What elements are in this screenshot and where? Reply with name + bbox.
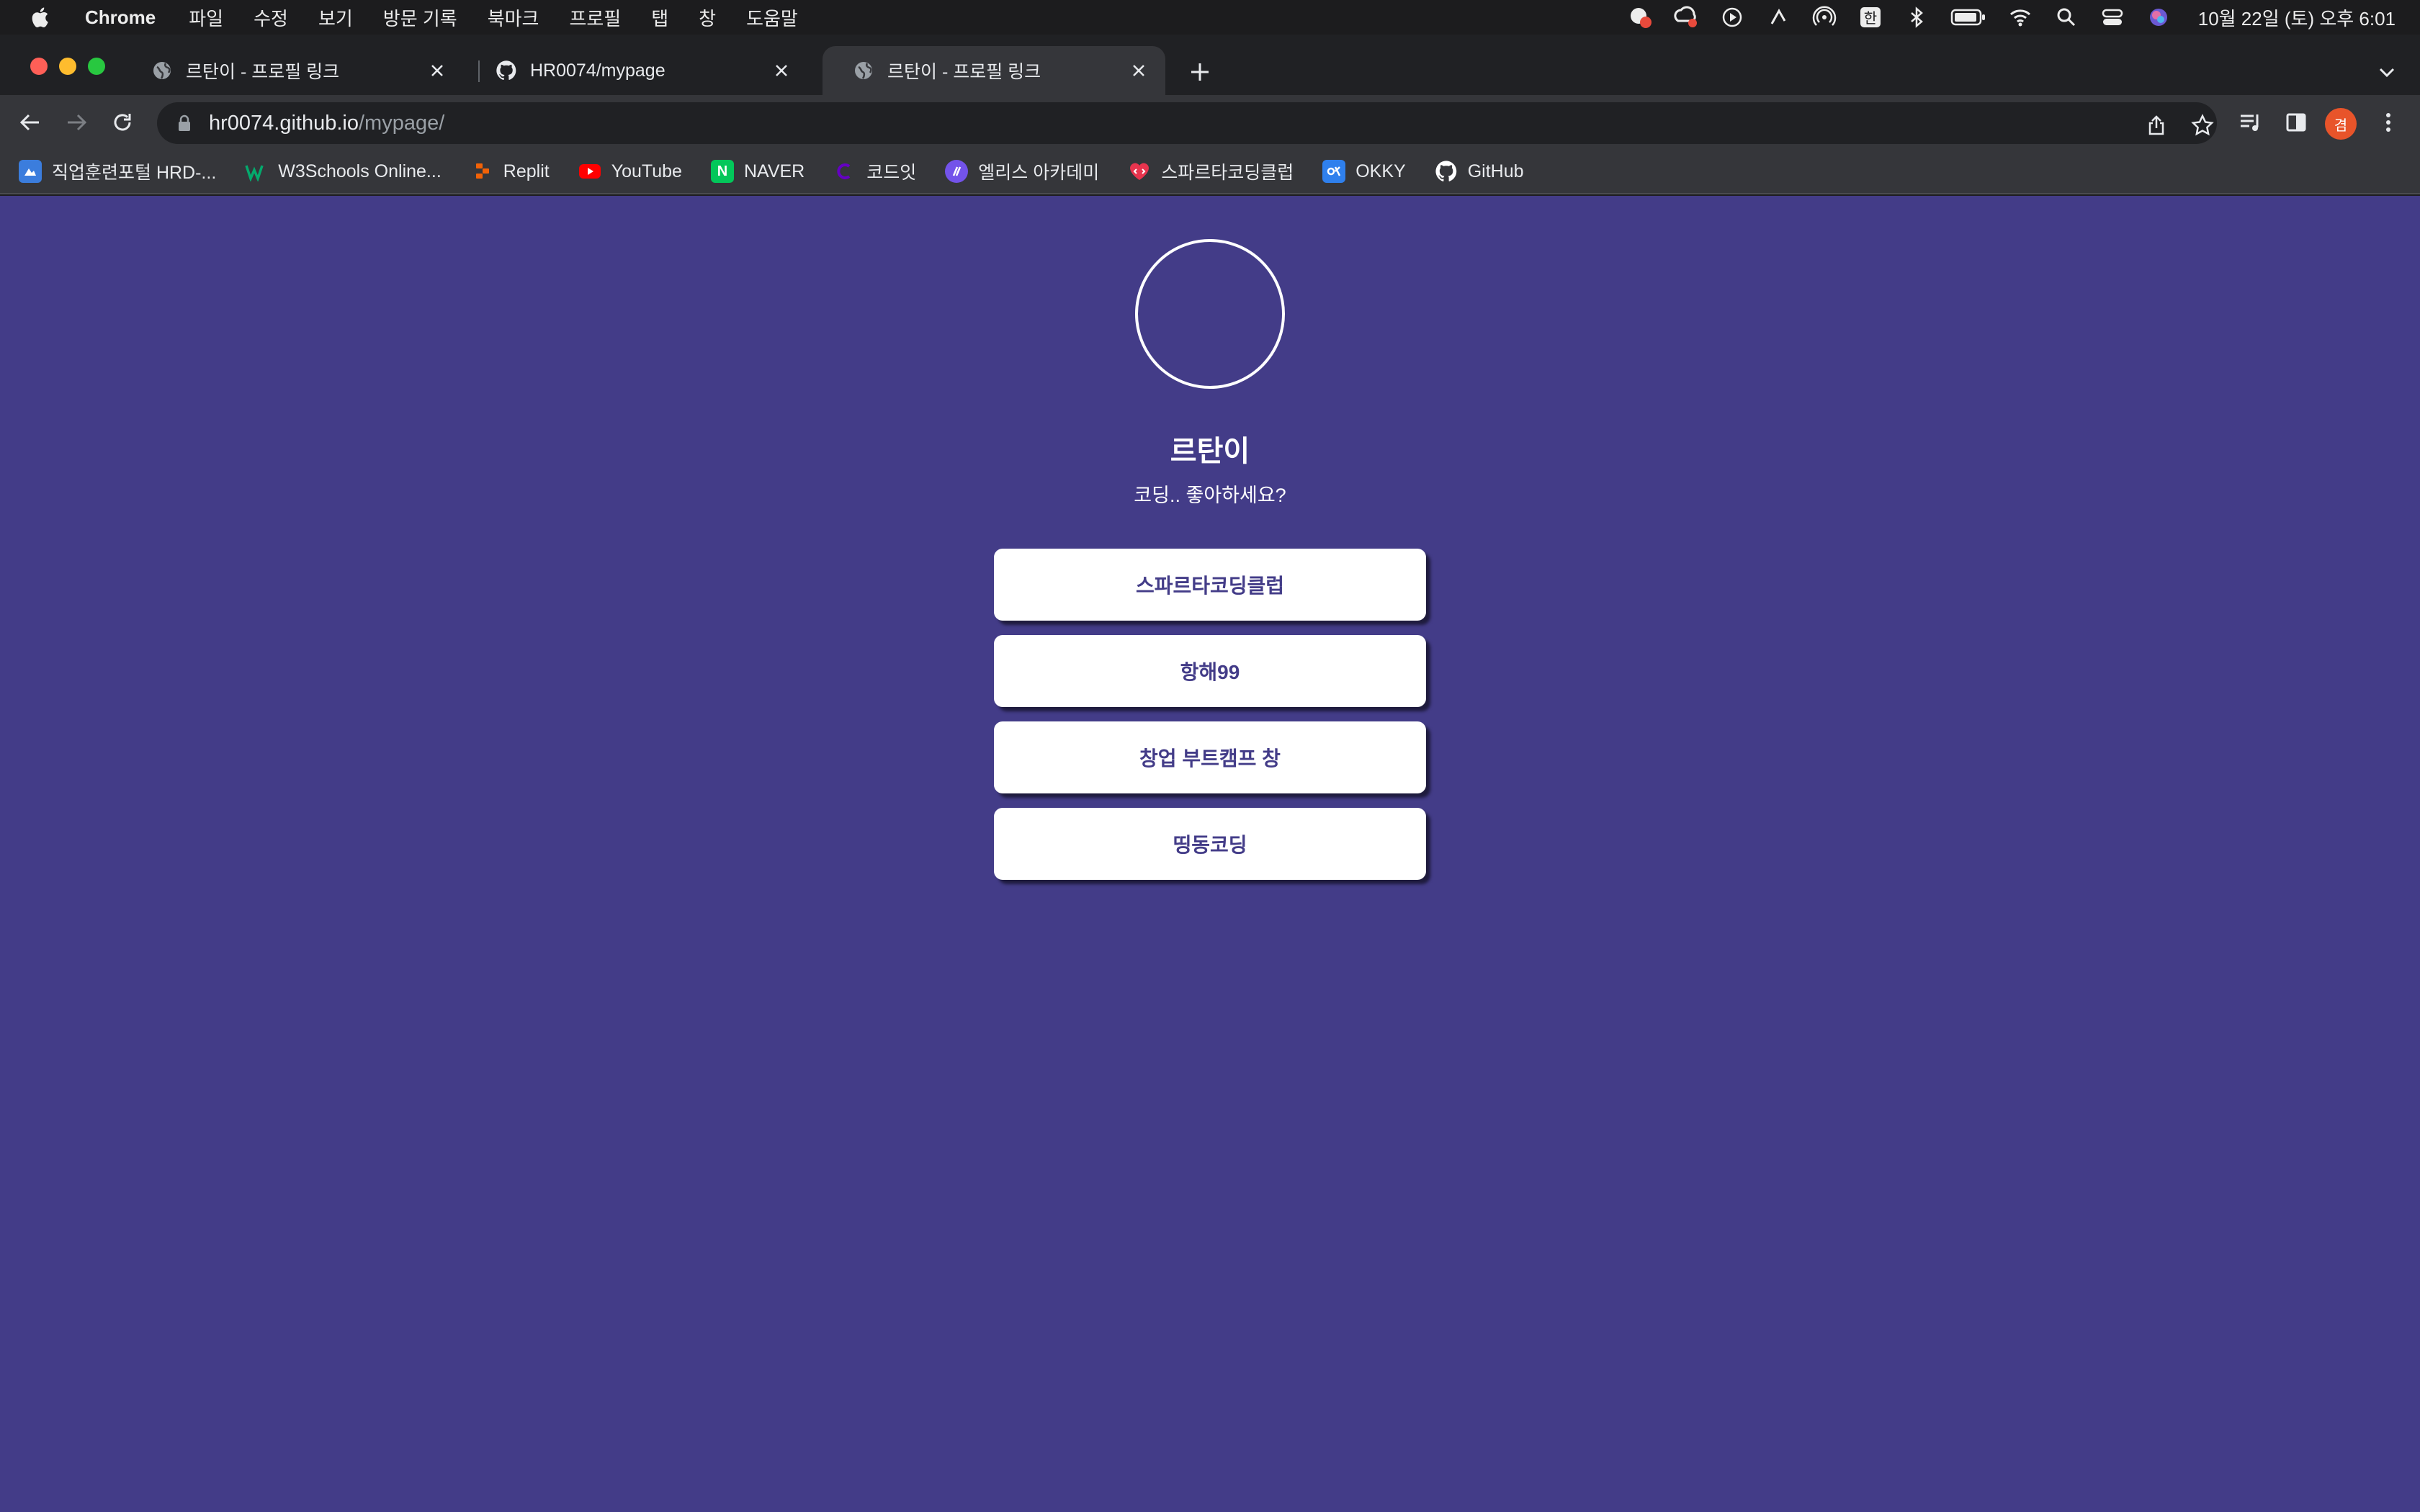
menu-history[interactable]: 방문 기록 xyxy=(383,4,457,31)
menu-profiles[interactable]: 프로필 xyxy=(569,4,621,31)
svg-text:한: 한 xyxy=(1864,9,1877,27)
battery-icon[interactable] xyxy=(1950,5,1986,30)
siri-icon[interactable] xyxy=(2146,5,2171,30)
play-icon[interactable] xyxy=(1720,5,1744,30)
browser-tab-strip: 르탄이 - 프로필 링크 HR0074/mypage 르탄이 - 프로필 링크 xyxy=(0,35,2420,95)
menu-window[interactable]: 창 xyxy=(699,4,716,31)
side-panel-icon[interactable] xyxy=(2282,108,2311,137)
bookmark-label: 코드잇 xyxy=(866,163,917,183)
bookmark-elice[interactable]: 엘리스 아카데미 xyxy=(945,158,1099,184)
creative-cloud-icon[interactable] xyxy=(1674,5,1698,30)
close-tab-icon[interactable] xyxy=(771,60,792,81)
lock-icon[interactable] xyxy=(174,113,194,133)
bookmark-label: YouTube xyxy=(611,161,682,181)
keyboard-assist-icon[interactable] xyxy=(1766,5,1791,30)
hrd-icon xyxy=(19,160,42,183)
chevron-down-icon[interactable] xyxy=(2374,59,2400,85)
elice-icon xyxy=(945,160,969,183)
tab-title: HR0074/mypage xyxy=(530,60,666,81)
more-menu-icon[interactable] xyxy=(2374,108,2403,137)
wifi-icon[interactable] xyxy=(2008,5,2033,30)
bookmark-label: W3Schools Online... xyxy=(278,161,442,181)
bookmark-w3schools[interactable]: W3Schools Online... xyxy=(245,160,442,183)
tab-profile-link-1[interactable]: 르탄이 - 프로필 링크 xyxy=(121,46,464,95)
globe-icon xyxy=(153,62,171,79)
messenger-icon[interactable] xyxy=(1628,5,1652,30)
bookmark-star-icon[interactable] xyxy=(2190,112,2215,138)
bluetooth-icon[interactable] xyxy=(1904,5,1929,30)
share-icon[interactable] xyxy=(2143,112,2169,138)
menu-file[interactable]: 파일 xyxy=(189,4,223,31)
github-icon xyxy=(1435,160,1458,183)
menu-help[interactable]: 도움말 xyxy=(746,4,798,31)
window-minimize-button[interactable] xyxy=(59,58,76,75)
status-area: 한 10월 22일 (토) 오후 6:01 xyxy=(1606,0,2396,35)
menu-view[interactable]: 보기 xyxy=(318,4,353,31)
link-button-hanghae99[interactable]: 항해99 xyxy=(994,635,1426,707)
url-host: hr0074.github.io xyxy=(209,111,359,135)
link-button-dingdong-coding[interactable]: 띵동코딩 xyxy=(994,808,1426,880)
window-zoom-button[interactable] xyxy=(88,58,105,75)
globe-icon xyxy=(855,62,872,79)
okky-icon xyxy=(1322,160,1346,183)
menu-bookmarks[interactable]: 북마크 xyxy=(488,4,539,31)
tab-github-repo[interactable]: HR0074/mypage xyxy=(465,46,808,95)
window-close-button[interactable] xyxy=(30,58,48,75)
bookmark-hrd[interactable]: 직업훈련포털 HRD-... xyxy=(19,158,216,184)
spotlight-search-icon[interactable] xyxy=(2054,5,2079,30)
airdrop-icon[interactable] xyxy=(1812,5,1837,30)
bookmark-label: NAVER xyxy=(743,161,805,181)
page-viewport: 르탄이 코딩.. 좋아하세요? 스파르타코딩클럽 항해99 창업 부트캠프 창 … xyxy=(0,196,2420,1512)
bookmark-label: OKKY xyxy=(1355,161,1406,181)
input-method-icon[interactable]: 한 xyxy=(1858,5,1883,30)
codeit-icon xyxy=(833,160,856,183)
bookmark-okky[interactable]: OKKY xyxy=(1322,160,1406,183)
apple-icon[interactable] xyxy=(29,5,53,30)
tab-title: 르탄이 - 프로필 링크 xyxy=(887,62,1041,82)
bookmark-codeit[interactable]: 코드잇 xyxy=(833,158,916,184)
bookmark-label: GitHub xyxy=(1467,161,1524,181)
media-queue-icon[interactable] xyxy=(2236,108,2264,137)
bookmark-label: 직업훈련포털 HRD-... xyxy=(52,163,217,183)
bookmark-github[interactable]: GitHub xyxy=(1435,160,1524,183)
control-center-icon[interactable] xyxy=(2100,5,2125,30)
replit-icon xyxy=(470,160,493,183)
back-arrow-icon[interactable] xyxy=(16,108,45,137)
tab-title: 르탄이 - 프로필 링크 xyxy=(186,62,340,82)
bookmark-replit[interactable]: Replit xyxy=(470,160,550,183)
menu-edit[interactable]: 수정 xyxy=(254,4,288,31)
menu-tab[interactable]: 탭 xyxy=(651,4,668,31)
profile-image-circle xyxy=(1135,239,1285,389)
reload-icon[interactable] xyxy=(108,108,137,137)
macos-menu-bar: Chrome 파일 수정 보기 방문 기록 북마크 프로필 탭 창 도움말 한 … xyxy=(0,0,2420,35)
address-bar[interactable]: hr0074.github.io/mypage/ xyxy=(157,102,2217,144)
profile-bio: 코딩.. 좋아하세요? xyxy=(1134,485,1286,506)
url-path: /mypage/ xyxy=(359,111,445,135)
menubar-clock[interactable]: 10월 22일 (토) 오후 6:01 xyxy=(2198,4,2396,31)
github-icon xyxy=(496,60,516,81)
close-tab-icon[interactable] xyxy=(1128,60,1150,81)
bookmark-label: 스파르타코딩클럽 xyxy=(1161,163,1294,183)
w3schools-icon xyxy=(245,160,268,183)
close-tab-icon[interactable] xyxy=(426,60,448,81)
new-tab-button[interactable] xyxy=(1186,58,1214,86)
youtube-icon xyxy=(578,160,601,183)
sparta-icon xyxy=(1128,160,1151,183)
bookmark-youtube[interactable]: YouTube xyxy=(578,160,682,183)
bookmark-naver[interactable]: N NAVER xyxy=(710,160,805,183)
bookmarks-bar: 직업훈련포털 HRD-... W3Schools Online... Repli… xyxy=(0,150,2420,194)
profile-avatar[interactable]: 겸 xyxy=(2325,108,2357,140)
bookmark-label: 엘리스 아카데미 xyxy=(978,163,1100,183)
forward-arrow-icon[interactable] xyxy=(62,108,91,137)
menu-app-name[interactable]: Chrome xyxy=(85,6,156,29)
tab-profile-link-active[interactable]: 르탄이 - 프로필 링크 xyxy=(823,46,1165,95)
link-button-startup-bootcamp[interactable]: 창업 부트캠프 창 xyxy=(994,721,1426,793)
profile-name: 르탄이 xyxy=(1170,436,1250,467)
bookmark-label: Replit xyxy=(503,161,550,181)
naver-icon: N xyxy=(710,160,734,183)
browser-toolbar: hr0074.github.io/mypage/ xyxy=(0,95,2420,150)
bookmark-sparta[interactable]: 스파르타코딩클럽 xyxy=(1128,158,1294,184)
link-button-sparta-coding-club[interactable]: 스파르타코딩클럽 xyxy=(994,549,1426,621)
